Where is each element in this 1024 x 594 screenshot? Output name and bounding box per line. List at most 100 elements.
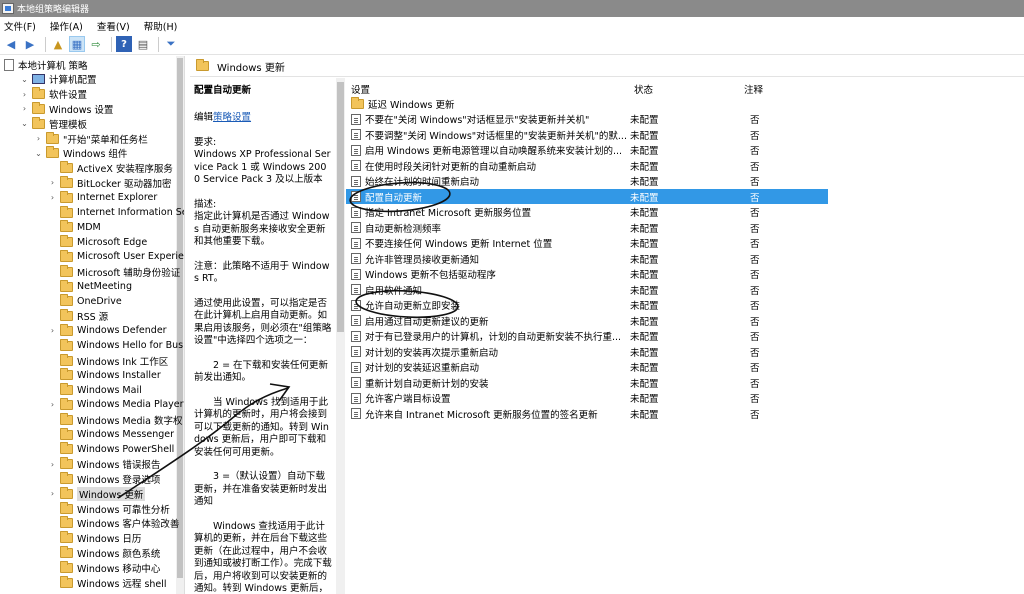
policy-note: 否	[750, 146, 760, 157]
tree-item[interactable]: › Windows 错误报告	[48, 457, 160, 472]
menu-file[interactable]: 文件(F)	[4, 19, 36, 33]
tree-item[interactable]: ⌄ Windows 组件	[34, 146, 127, 161]
tree-item[interactable]: Windows Hello for Bus	[48, 338, 183, 353]
console-tree: 本地计算机 策略 ⌄ 计算机配置 › 软件设置 › Windows 设置 ⌄ 管理模板 › "开始"…	[0, 56, 185, 594]
chevron-down-icon[interactable]: ⌄	[34, 149, 43, 158]
tree-item[interactable]: Windows 远程 shell	[48, 575, 167, 590]
tree-item[interactable]: Windows 颜色系统	[48, 545, 160, 560]
forward-arrow-icon[interactable]: ▶	[22, 36, 38, 52]
tree-item[interactable]: › Windows 更新	[48, 486, 146, 501]
tree-item[interactable]: Windows Media 数字权	[48, 412, 182, 427]
tree-item[interactable]: Windows 可靠性分析	[48, 501, 170, 516]
policy-row[interactable]: 启用 Windows 更新电源管理以自动唤醒系统来安装计划的... 未配置 否	[346, 143, 828, 158]
tree-item[interactable]: ActiveX 安装程序服务	[48, 161, 173, 176]
policy-row[interactable]: 指定 Intranet Microsoft 更新服务位置 未配置 否	[346, 205, 828, 220]
menu-action[interactable]: 操作(A)	[50, 19, 83, 33]
policy-row[interactable]: 对于有已登录用户的计算机，计划的自动更新安装不执行重... 未配置 否	[346, 329, 828, 344]
tree-item[interactable]: Windows PowerShell	[48, 442, 174, 457]
chevron-right-icon[interactable]: ›	[48, 178, 57, 187]
chevron-right-icon[interactable]: ›	[34, 134, 43, 143]
tree-item[interactable]: Windows 移动中心	[48, 560, 160, 575]
tree-item[interactable]: Windows 登录选项	[48, 471, 160, 486]
tree-item[interactable]: MDM	[48, 220, 101, 235]
chevron-right-icon[interactable]: ›	[48, 193, 57, 202]
folder-icon	[60, 323, 73, 336]
policy-row[interactable]: 始终在计划的时间重新启动 未配置 否	[346, 174, 828, 189]
tree-item[interactable]: 本地计算机 策略	[4, 57, 88, 72]
tree-item[interactable]: Microsoft Edge	[48, 235, 147, 250]
description-scrollbar[interactable]	[336, 78, 345, 594]
chevron-right-icon[interactable]: ›	[20, 90, 29, 99]
column-header-state[interactable]: 状态	[634, 82, 653, 96]
tree-item-label: Windows 登录选项	[77, 474, 161, 486]
tree-item[interactable]: › Internet Explorer	[48, 190, 157, 205]
policy-row[interactable]: 允许来自 Intranet Microsoft 更新服务位置的签名更新 未配置 否	[346, 406, 828, 421]
back-arrow-icon[interactable]: ◀	[3, 36, 19, 52]
column-header-setting[interactable]: 设置	[351, 82, 370, 96]
chevron-down-icon[interactable]: ⌄	[20, 75, 29, 84]
chevron-right-icon[interactable]: ›	[48, 489, 57, 498]
tree-item[interactable]: › "开始"菜单和任务栏	[34, 131, 148, 146]
chevron-right-icon[interactable]: ›	[48, 460, 57, 469]
policy-name: 启用软件通知	[365, 285, 423, 297]
policy-row[interactable]: 启用通过自动更新建议的更新 未配置 否	[346, 313, 828, 328]
policy-row[interactable]: 在使用时段关闭针对更新的自动重新启动 未配置 否	[346, 158, 828, 173]
chevron-right-icon[interactable]: ›	[48, 326, 57, 335]
tree-item[interactable]: Windows 日历	[48, 531, 141, 546]
policy-row[interactable]: 不要在"关闭 Windows"对话框显示"安装更新并关机" 未配置 否	[346, 112, 828, 127]
description-scroll-thumb[interactable]	[337, 82, 344, 332]
tree-item[interactable]: OneDrive	[48, 294, 122, 309]
policy-row[interactable]: 不要连接任何 Windows 更新 Internet 位置 未配置 否	[346, 236, 828, 251]
column-header-note[interactable]: 注释	[744, 82, 763, 96]
tree-item[interactable]: Windows Messenger	[48, 427, 174, 442]
tree-item[interactable]: › Windows Media Player	[48, 397, 184, 412]
policy-row[interactable]: 对计划的安装延迟重新启动 未配置 否	[346, 360, 828, 375]
chevron-right-icon[interactable]: ›	[20, 104, 29, 113]
tree-scroll-thumb[interactable]	[177, 58, 183, 578]
policy-row[interactable]: 允许自动更新立即安装 未配置 否	[346, 298, 828, 313]
tree-item[interactable]: › Windows Defender	[48, 323, 167, 338]
chevron-down-icon[interactable]: ⌄	[20, 119, 29, 128]
tree-item[interactable]: RSS 源	[48, 309, 108, 324]
tree-item[interactable]: Microsoft User Experie	[48, 249, 184, 264]
tree-item[interactable]: Windows Ink 工作区	[48, 353, 168, 368]
tree-item[interactable]: Windows Mail	[48, 383, 142, 398]
policy-row[interactable]: 自动更新检测频率 未配置 否	[346, 220, 828, 235]
tree-item[interactable]: ⌄ 计算机配置	[20, 72, 97, 87]
policy-name: 启用通过自动更新建议的更新	[365, 316, 489, 328]
window-title: 本地组策略编辑器	[17, 5, 90, 15]
edit-policy-link[interactable]: 策略设置	[213, 112, 251, 123]
tree-item[interactable]: › BitLocker 驱动器加密	[48, 175, 171, 190]
properties-icon[interactable]: ▤	[135, 36, 151, 52]
policy-row[interactable]: 延迟 Windows 更新	[346, 96, 828, 111]
tree-item-label: Windows 移动中心	[77, 563, 161, 575]
export-list-icon[interactable]: ⇨	[88, 36, 104, 52]
policy-state: 未配置	[630, 332, 659, 343]
policy-row[interactable]: 对计划的安装再次提示重新启动 未配置 否	[346, 344, 828, 359]
tree-item[interactable]: NetMeeting	[48, 279, 132, 294]
tree-item[interactable]: › 软件设置	[20, 87, 87, 102]
menu-view[interactable]: 查看(V)	[97, 19, 130, 33]
policy-row[interactable]: 允许客户端目标设置 未配置 否	[346, 391, 828, 406]
console-tree-icon[interactable]: ▦	[69, 36, 85, 52]
policy-row[interactable]: 配置自动更新 未配置 否	[346, 189, 828, 204]
policy-row[interactable]: 重新计划自动更新计划的安装 未配置 否	[346, 375, 828, 390]
policy-row[interactable]: 启用软件通知 未配置 否	[346, 282, 828, 297]
filter-icon[interactable]: ⏷	[163, 36, 179, 52]
tree-item[interactable]: ⌄ 管理模板	[20, 116, 87, 131]
chevron-right-icon[interactable]: ›	[48, 400, 57, 409]
tree-item-label: Windows Media 数字权	[77, 415, 183, 427]
tree-item[interactable]: Windows Installer	[48, 368, 161, 383]
policy-row[interactable]: 允许非管理员接收更新通知 未配置 否	[346, 251, 828, 266]
policy-row[interactable]: 不要调整"关闭 Windows"对话框里的"安装更新并关机"的默... 未配置 否	[346, 127, 828, 142]
tree-item[interactable]: › Windows 设置	[20, 101, 113, 116]
tree-scrollbar[interactable]	[176, 56, 184, 594]
menu-help[interactable]: 帮助(H)	[144, 19, 178, 33]
policy-row[interactable]: Windows 更新不包括驱动程序 未配置 否	[346, 267, 828, 282]
tree-item[interactable]: Internet Information Se	[48, 205, 184, 220]
description-paragraph: 要求: Windows XP Professional Service Pack…	[194, 136, 331, 186]
tree-item[interactable]: Microsoft 辅助身份验证	[48, 264, 180, 279]
folder-up-icon[interactable]: ▲	[50, 36, 66, 52]
help-icon[interactable]: ?	[116, 36, 132, 52]
tree-item[interactable]: Windows 客户体验改善	[48, 516, 179, 531]
